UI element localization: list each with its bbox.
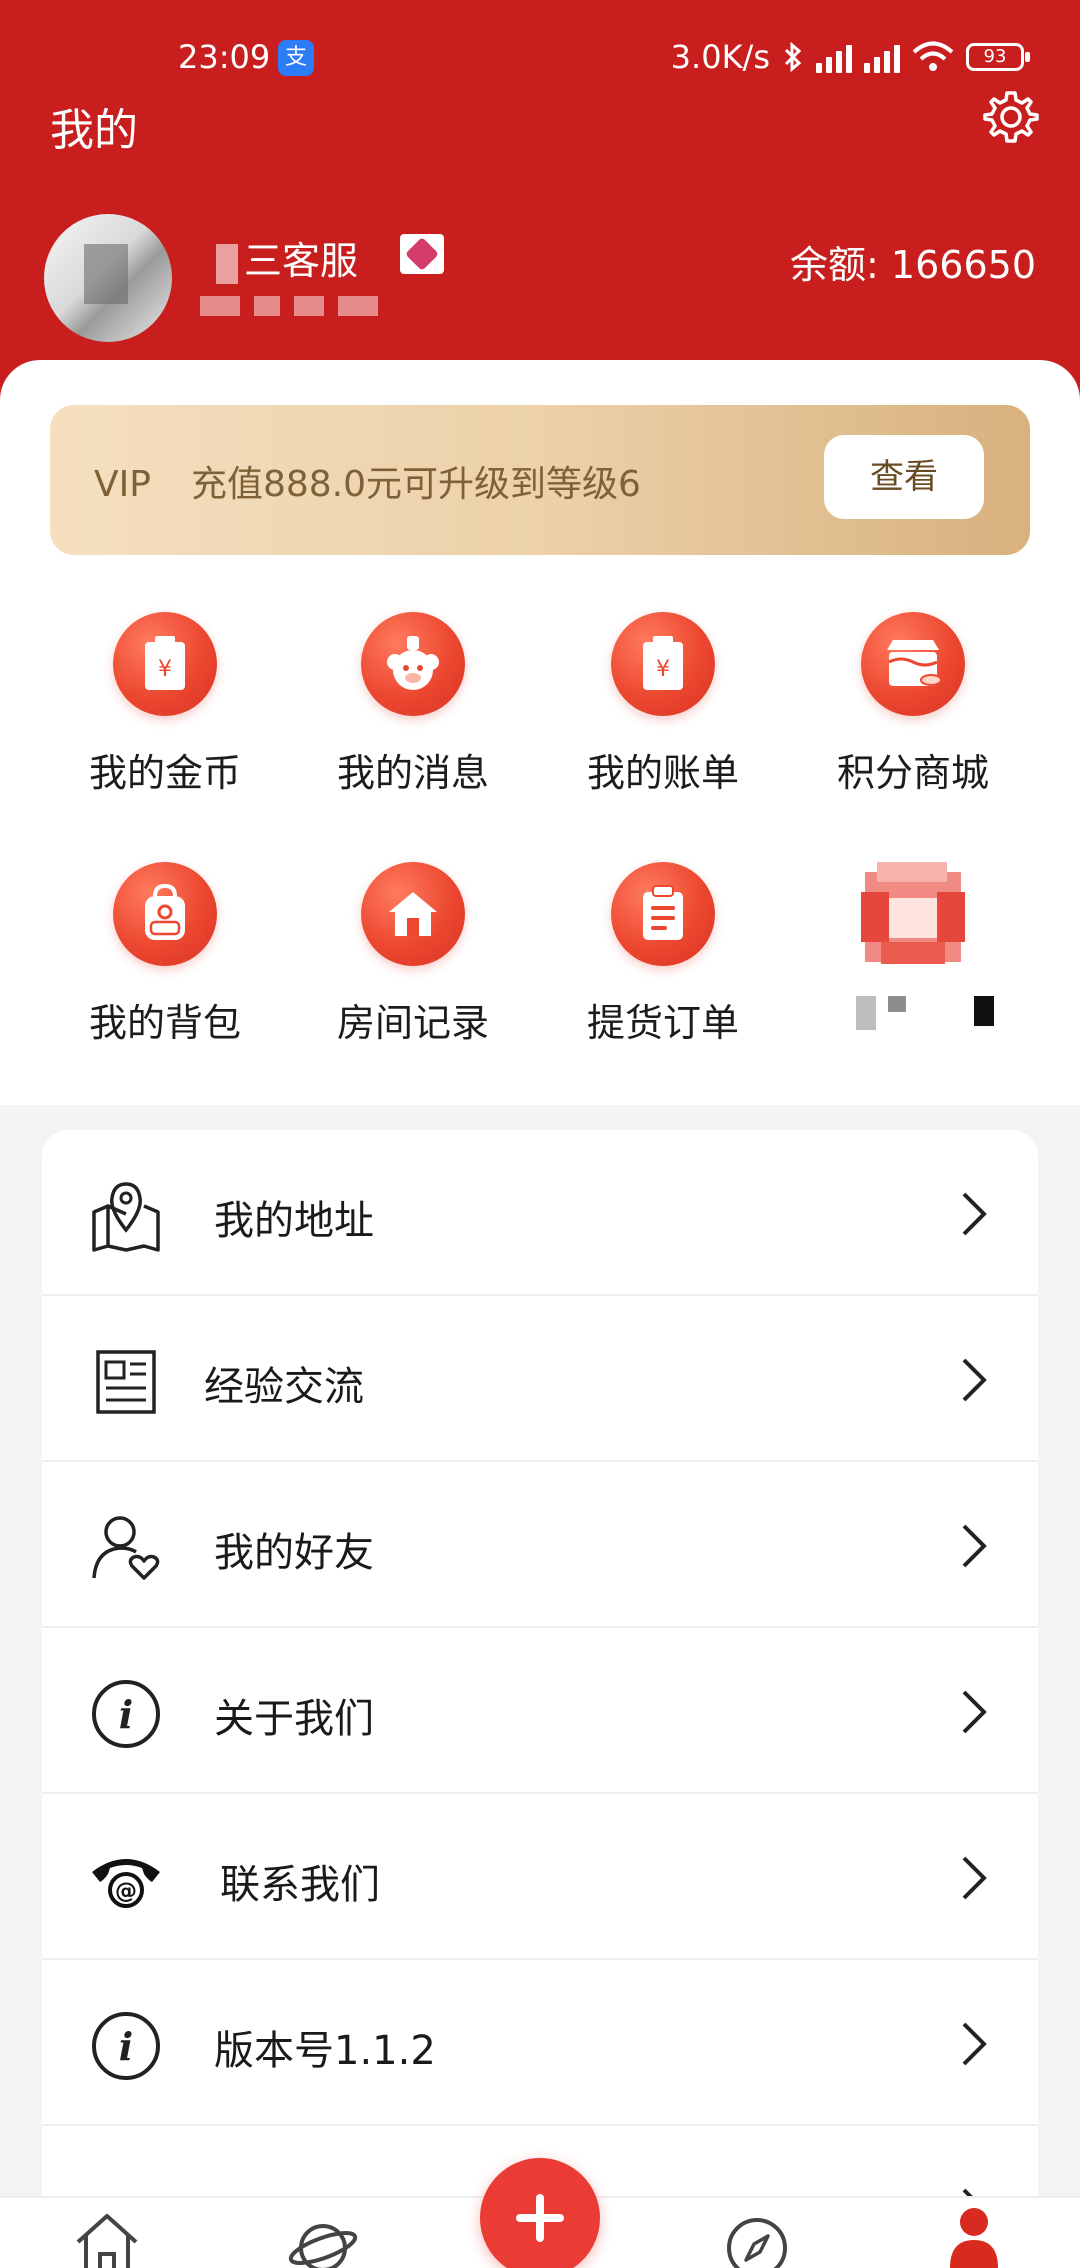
avatar[interactable] bbox=[44, 214, 172, 342]
menu-list: 我的地址 经验交流 我的好友 i 关于我们 @ 联系我们 i 版本号1.1.2 bbox=[42, 1130, 1038, 2268]
grid-item-pickup-orders[interactable]: 提货订单 bbox=[538, 862, 788, 1062]
chevron-right-icon bbox=[962, 1524, 987, 1568]
menu-item-version[interactable]: i 版本号1.1.2 bbox=[42, 1960, 1038, 2126]
svg-text:i: i bbox=[119, 2024, 133, 2069]
status-time: 23:09 bbox=[178, 38, 271, 76]
grid-item-bills[interactable]: ¥ 我的账单 bbox=[538, 612, 788, 812]
menu-label: 关于我们 bbox=[214, 1696, 374, 1742]
status-bar: 23:09 支 3.0K/s 93 bbox=[0, 30, 1080, 90]
menu-label: 经验交流 bbox=[204, 1364, 364, 1410]
menu-label: 我的地址 bbox=[214, 1198, 374, 1244]
grid-label: 提货订单 bbox=[586, 1001, 739, 1045]
wifi-icon bbox=[912, 41, 954, 71]
gear-icon[interactable] bbox=[982, 88, 1040, 146]
signal-icon bbox=[816, 41, 852, 73]
mascot-message-icon bbox=[361, 612, 465, 716]
grid-item-backpack[interactable]: 我的背包 bbox=[40, 862, 290, 1062]
profile-icon[interactable] bbox=[946, 2206, 1002, 2268]
menu-label: 联系我们 bbox=[220, 1862, 380, 1908]
add-icon[interactable] bbox=[480, 2158, 600, 2268]
menu-item-experience[interactable]: 经验交流 bbox=[42, 1296, 1038, 1462]
clipboard-icon bbox=[611, 862, 715, 966]
grid-item-redacted[interactable] bbox=[788, 862, 1038, 1062]
grid-label: 我的消息 bbox=[336, 751, 489, 795]
grid-label: 积分商城 bbox=[836, 751, 989, 795]
svg-text:i: i bbox=[119, 1692, 133, 1737]
svg-text:@: @ bbox=[115, 1879, 137, 1904]
menu-item-address[interactable]: 我的地址 bbox=[42, 1130, 1038, 1296]
newspaper-icon bbox=[96, 1350, 156, 1414]
info-icon: i bbox=[92, 2012, 160, 2080]
grid-item-coins[interactable]: ¥ 我的金币 bbox=[40, 612, 290, 812]
chevron-right-icon bbox=[962, 1192, 987, 1236]
backpack-icon bbox=[113, 862, 217, 966]
name-redaction bbox=[216, 243, 238, 284]
map-pin-icon bbox=[92, 1182, 160, 1252]
home-icon[interactable] bbox=[72, 2208, 142, 2268]
telephone-icon: @ bbox=[92, 1859, 160, 1908]
page-title: 我的 bbox=[50, 105, 138, 156]
grid-label: 我的金币 bbox=[88, 751, 241, 795]
grid-item-points-store[interactable]: 积分商城 bbox=[788, 612, 1038, 812]
coin-wallet-icon: ¥ bbox=[113, 612, 217, 716]
signal-icon-2 bbox=[864, 41, 900, 73]
alipay-notification-icon: 支 bbox=[278, 40, 314, 76]
vip-message: 充值888.0元可升级到等级6 bbox=[190, 464, 641, 505]
menu-label: 版本号1.1.2 bbox=[214, 2028, 436, 2074]
bluetooth-icon bbox=[784, 41, 802, 73]
vip-text: VIP 充值888.0元可升级到等级6 bbox=[94, 455, 641, 507]
vip-label: VIP bbox=[94, 464, 151, 505]
planet-icon[interactable] bbox=[288, 2208, 358, 2268]
points-store-icon bbox=[861, 612, 965, 716]
user-name-text: 三客服 bbox=[244, 239, 359, 283]
pixelated-icon bbox=[861, 862, 965, 966]
grid-label: 我的背包 bbox=[88, 1001, 241, 1045]
friend-heart-icon bbox=[92, 1516, 160, 1580]
menu-item-contact[interactable]: @ 联系我们 bbox=[42, 1794, 1038, 1960]
chevron-right-icon bbox=[962, 1358, 987, 1402]
vip-view-button[interactable]: 查看 bbox=[824, 435, 984, 519]
svg-text:¥: ¥ bbox=[656, 657, 670, 682]
status-right-group: 3.0K/s 93 bbox=[670, 38, 1030, 76]
level-badge-icon bbox=[400, 234, 444, 274]
battery-icon: 93 bbox=[966, 43, 1030, 71]
grid-item-messages[interactable]: 我的消息 bbox=[288, 612, 538, 812]
chevron-right-icon bbox=[962, 1690, 987, 1734]
network-speed: 3.0K/s bbox=[670, 38, 770, 76]
chevron-right-icon bbox=[962, 1856, 987, 1900]
menu-item-about[interactable]: i 关于我们 bbox=[42, 1628, 1038, 1794]
user-name: 三客服 bbox=[216, 230, 358, 285]
redacted-label bbox=[788, 992, 1038, 1030]
house-icon bbox=[361, 862, 465, 966]
grid-label: 房间记录 bbox=[336, 1001, 489, 1045]
bill-icon: ¥ bbox=[611, 612, 715, 716]
info-icon: i bbox=[92, 1680, 160, 1748]
menu-item-friends[interactable]: 我的好友 bbox=[42, 1462, 1038, 1628]
vip-banner[interactable]: VIP 充值888.0元可升级到等级6 查看 bbox=[50, 405, 1030, 555]
grid-label: 我的账单 bbox=[586, 751, 739, 795]
balance-text: 余额: 166650 bbox=[790, 243, 1036, 287]
grid-item-room-records[interactable]: 房间记录 bbox=[288, 862, 538, 1062]
svg-text:¥: ¥ bbox=[158, 657, 172, 682]
user-id-redacted bbox=[200, 296, 378, 316]
compass-icon[interactable] bbox=[722, 2208, 792, 2268]
menu-label: 我的好友 bbox=[214, 1530, 374, 1576]
chevron-right-icon bbox=[962, 2022, 987, 2066]
profile-header: 23:09 支 3.0K/s 93 我的 三客服 余额: 166650 bbox=[0, 0, 1080, 400]
